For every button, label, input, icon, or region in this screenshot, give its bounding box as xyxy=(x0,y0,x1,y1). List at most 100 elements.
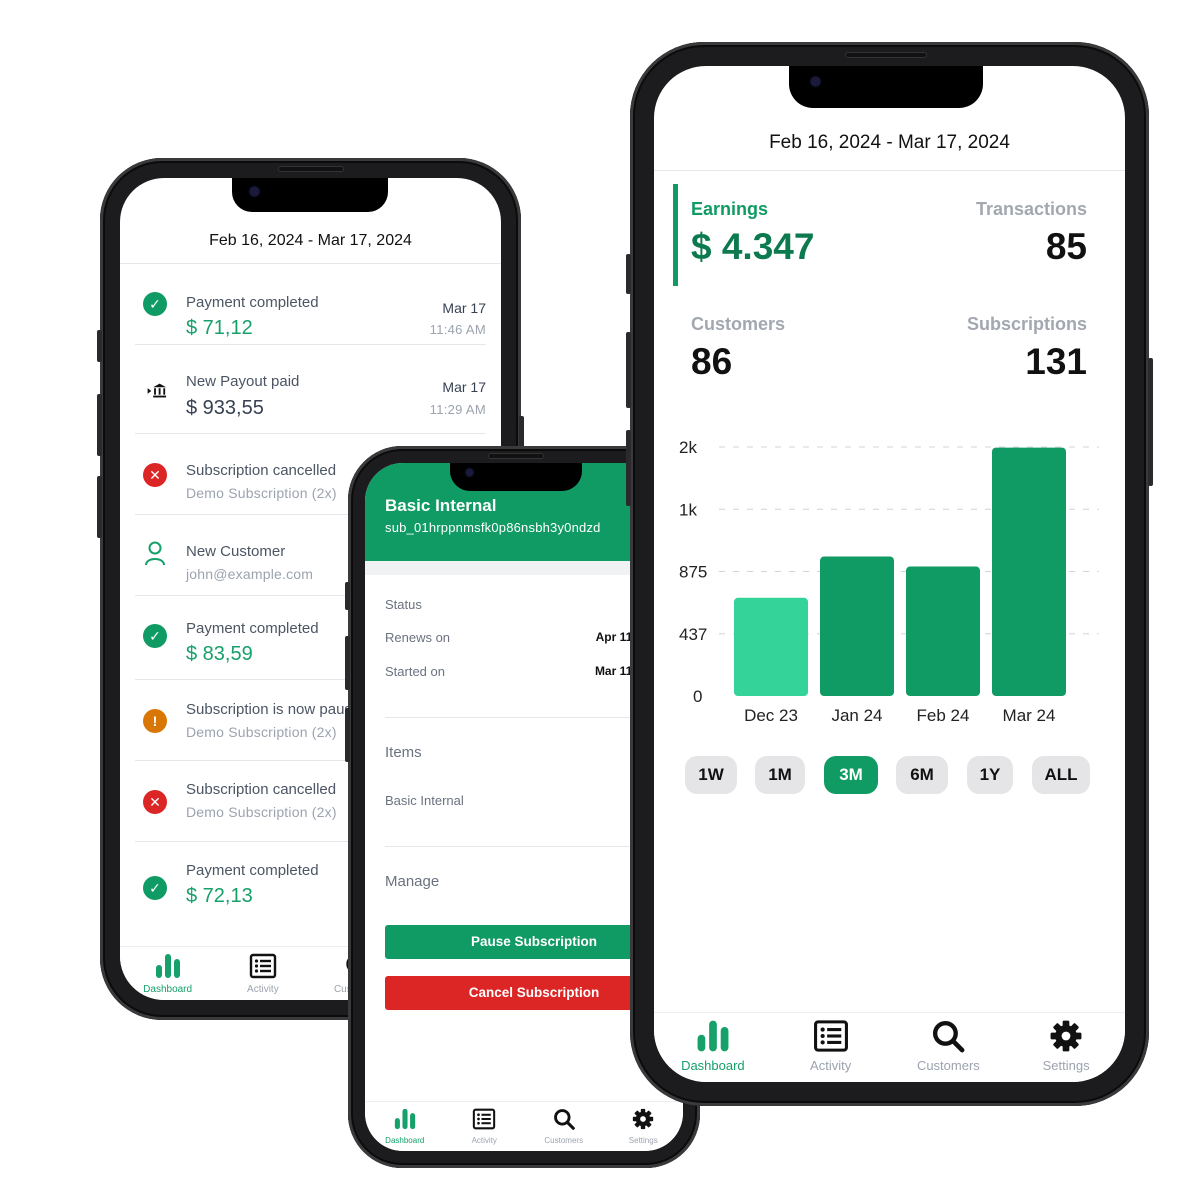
feed-item-title: Payment completed xyxy=(186,294,319,311)
range-button-3m[interactable]: 3M xyxy=(824,756,878,794)
bar-chart-icon xyxy=(393,1108,417,1130)
tab-activity[interactable]: Activity xyxy=(772,1013,890,1082)
bar-jan-24[interactable] xyxy=(820,556,894,696)
feed-item-title: Subscription is now paused xyxy=(186,701,369,718)
tab-label: Settings xyxy=(1042,1058,1090,1073)
bank-payout-icon xyxy=(143,379,167,403)
bar-mar-24[interactable] xyxy=(992,447,1066,696)
y-tick-label: 0 xyxy=(693,687,702,706)
tab-label: Activity xyxy=(247,984,279,995)
feed-item[interactable]: ✓ Payment completed $ 71,12 Mar 17 11:46… xyxy=(135,264,486,345)
tab-settings[interactable]: Settings xyxy=(604,1102,684,1151)
volume-down-button xyxy=(97,476,102,538)
feed-item-subtitle: john@example.com xyxy=(186,566,314,582)
date-range-header[interactable]: Feb 16, 2024 - Mar 17, 2024 xyxy=(120,232,501,250)
feed-item-date: Mar 17 xyxy=(442,379,486,395)
mute-switch xyxy=(97,330,102,362)
x-tick-label: Mar 24 xyxy=(1003,706,1056,725)
list-icon xyxy=(472,1108,496,1130)
tab-label: Dashboard xyxy=(385,1136,425,1145)
feed-item-title: Payment completed xyxy=(186,620,319,637)
speaker-grille xyxy=(277,166,344,172)
feed-item-title: Subscription cancelled xyxy=(186,781,337,798)
subscriptions-label: Subscriptions xyxy=(966,314,1087,334)
tab-label: Dashboard xyxy=(143,984,193,995)
tab-bar: Dashboard Activity Customers Settings xyxy=(654,1012,1125,1082)
tab-activity[interactable]: Activity xyxy=(215,947,310,1000)
date-range-header[interactable]: Feb 16, 2024 - Mar 17, 2024 xyxy=(654,132,1125,154)
tab-customers[interactable]: Customers xyxy=(524,1102,604,1151)
x-tick-label: Feb 24 xyxy=(917,706,970,725)
volume-down-button xyxy=(626,430,631,506)
subscription-id: sub_01hrppnmsfk0p86nsbh3y0ndzd xyxy=(385,520,601,535)
gear-icon xyxy=(631,1108,655,1130)
volume-up-button xyxy=(626,332,631,408)
tab-label: Customers xyxy=(916,1058,980,1073)
y-tick-label: 875 xyxy=(679,563,707,582)
x-tick-label: Dec 23 xyxy=(744,706,798,725)
search-icon xyxy=(552,1108,576,1130)
x-tick-label: Jan 24 xyxy=(831,706,882,725)
tab-bar: Dashboard Activity Customers Settings xyxy=(365,1101,683,1151)
tab-label: Customers xyxy=(544,1136,584,1145)
header-divider xyxy=(654,170,1125,171)
notch xyxy=(231,178,388,212)
range-button-1w[interactable]: 1W xyxy=(685,756,737,794)
bar-chart-icon xyxy=(154,953,182,979)
tab-label: Dashboard xyxy=(681,1058,745,1073)
feed-item-time: 11:29 AM xyxy=(429,402,486,417)
speaker-grille xyxy=(844,52,927,58)
tab-label: Activity xyxy=(471,1136,497,1145)
earnings-accent-bar xyxy=(673,184,678,286)
search-icon xyxy=(930,1019,966,1053)
range-selector: 1W 1M 3M 6M 1Y ALL xyxy=(654,756,1125,794)
earnings-label: Earnings xyxy=(691,199,769,219)
gear-icon xyxy=(1048,1019,1084,1053)
check-circle-icon: ✓ xyxy=(143,876,167,900)
feed-item-subtitle: Demo Subscription (2x) xyxy=(186,485,337,501)
feed-item-subtitle: Demo Subscription (2x) xyxy=(186,724,337,740)
bar-dec-23[interactable] xyxy=(734,597,808,696)
range-button-6m[interactable]: 6M xyxy=(896,756,948,794)
transactions-value: 85 xyxy=(1045,226,1087,267)
feed-item-amount: $ 933,55 xyxy=(186,397,264,419)
feed-item-title: New Customer xyxy=(186,543,286,560)
range-button-1m[interactable]: 1M xyxy=(755,756,805,794)
user-icon xyxy=(143,541,167,566)
volume-down-button xyxy=(345,708,350,762)
feed-item[interactable]: New Payout paid $ 933,55 Mar 17 11:29 AM xyxy=(135,345,486,434)
tab-dashboard[interactable]: Dashboard xyxy=(365,1102,445,1151)
chart-canvas: 0 437 875 1k 2k Dec 23 Jan 24 Feb 24 Mar 24 xyxy=(679,438,1099,725)
list-icon xyxy=(813,1019,849,1053)
bar-feb-24[interactable] xyxy=(906,566,980,696)
manage-section-title: Manage xyxy=(385,873,440,890)
feed-item-title: New Payout paid xyxy=(186,373,300,390)
subscription-name: Basic Internal xyxy=(385,496,497,515)
feed-item-subtitle: Demo Subscription (2x) xyxy=(186,804,337,820)
mute-switch xyxy=(626,254,631,294)
range-button-1y[interactable]: 1Y xyxy=(967,756,1013,794)
feed-item-date: Mar 17 xyxy=(442,300,486,316)
notch xyxy=(788,66,983,108)
transactions-label: Transactions xyxy=(975,199,1087,219)
feed-item-title: Subscription cancelled xyxy=(186,462,337,479)
tab-customers[interactable]: Customers xyxy=(890,1013,1008,1082)
alert-circle-icon: ! xyxy=(143,709,167,733)
notch xyxy=(450,463,582,491)
items-section-title: Items xyxy=(385,744,422,761)
feed-item-amount: $ 71,12 xyxy=(186,317,253,339)
tab-settings[interactable]: Settings xyxy=(1007,1013,1125,1082)
range-button-all[interactable]: ALL xyxy=(1032,756,1090,794)
feed-item-amount: $ 72,13 xyxy=(186,885,253,907)
field-label: Renews on xyxy=(385,630,451,645)
earnings-value: $ 4.347 xyxy=(691,226,815,267)
customers-value: 86 xyxy=(691,341,733,382)
earnings-bar-chart: 0 437 875 1k 2k Dec 23 Jan 24 Feb 24 Mar 24 xyxy=(679,436,1099,736)
item-name: Basic Internal xyxy=(385,793,464,808)
tab-dashboard[interactable]: Dashboard xyxy=(654,1013,772,1082)
tab-activity[interactable]: Activity xyxy=(445,1102,525,1151)
list-icon xyxy=(249,953,277,979)
speaker-grille xyxy=(488,453,544,459)
tab-dashboard[interactable]: Dashboard xyxy=(120,947,215,1000)
y-tick-label: 2k xyxy=(679,438,697,457)
